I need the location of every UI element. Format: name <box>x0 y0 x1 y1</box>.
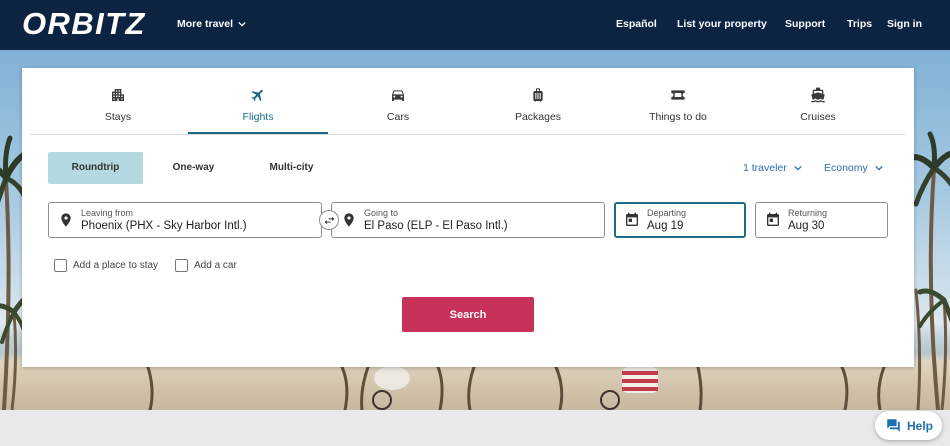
returning-label: Returning <box>788 208 828 218</box>
add-place-to-stay-checkbox[interactable] <box>54 259 67 272</box>
swap-locations-button[interactable] <box>319 210 339 230</box>
add-place-to-stay-option[interactable]: Add a place to stay <box>54 259 158 272</box>
tab-things-to-do[interactable]: Things to do <box>608 80 748 134</box>
calendar-icon <box>624 212 640 228</box>
more-travel-menu[interactable]: More travel <box>177 18 246 30</box>
travelers-value: 1 traveler <box>743 162 787 174</box>
travelers-dropdown[interactable]: 1 traveler <box>743 152 802 184</box>
add-car-option[interactable]: Add a car <box>175 259 237 272</box>
shirt-stripe <box>622 387 658 391</box>
cyclist-striped-shirt <box>600 367 658 410</box>
trip-type-roundtrip[interactable]: Roundtrip <box>48 152 143 184</box>
tab-stays[interactable]: Stays <box>48 80 188 134</box>
chevron-down-icon <box>875 165 883 171</box>
swap-arrows-icon <box>324 216 334 224</box>
palm-trunk <box>840 365 849 410</box>
cabin-class-dropdown[interactable]: Economy <box>824 152 883 184</box>
going-to-input[interactable] <box>364 219 600 233</box>
palm-trunks-beach <box>146 365 886 410</box>
tab-label: Flights <box>242 111 274 123</box>
search-button[interactable]: Search <box>402 297 534 332</box>
car-icon <box>390 87 406 103</box>
more-travel-label: More travel <box>177 18 234 30</box>
tab-label: Packages <box>514 111 562 123</box>
nav-support-link[interactable]: Support <box>785 18 825 30</box>
palm-trunk <box>146 365 154 410</box>
cabin-class-value: Economy <box>824 162 868 174</box>
departing-value: Aug 19 <box>647 220 684 232</box>
departing-date-field[interactable]: Departing Aug 19 <box>614 202 746 238</box>
building-icon <box>110 87 126 103</box>
luggage-icon <box>530 87 546 103</box>
chat-icon <box>887 419 900 432</box>
chevron-down-icon <box>238 21 246 27</box>
palm-trunk <box>554 365 564 410</box>
chevron-down-icon <box>794 165 802 171</box>
leaving-from-input[interactable] <box>81 219 317 233</box>
shirt-stripe <box>622 371 658 375</box>
palm-trunk <box>696 365 703 410</box>
search-card: Stays Flights Cars Packages Things to do <box>22 68 914 367</box>
going-to-field[interactable]: Going to <box>331 202 605 238</box>
page-footer-band <box>0 410 950 446</box>
orbitz-logo[interactable]: ORBITZ <box>22 8 146 39</box>
palm-trunk <box>914 288 922 410</box>
tab-flights[interactable]: Flights <box>188 80 328 134</box>
tab-cruises[interactable]: Cruises <box>748 80 888 134</box>
palm-trunk <box>877 365 886 410</box>
bicycle-wheel <box>600 390 620 410</box>
tab-label: Stays <box>104 111 132 123</box>
palm-trunk <box>940 298 948 410</box>
tab-label: Cruises <box>800 111 836 123</box>
palm-trunk <box>360 365 370 410</box>
palm-trunk <box>467 365 476 410</box>
shirt-stripe <box>622 379 658 383</box>
palm-trunk <box>10 310 18 410</box>
nav-trips-link[interactable]: Trips <box>847 18 872 30</box>
tab-packages[interactable]: Packages <box>468 80 608 134</box>
palm-trunk <box>436 365 444 410</box>
palm-trunk <box>2 178 11 410</box>
leaving-from-field[interactable]: Leaving from <box>48 202 322 238</box>
add-car-label: Add a car <box>194 260 237 271</box>
trip-type-one-way[interactable]: One-way <box>146 152 241 184</box>
returning-value: Aug 30 <box>788 220 825 232</box>
tab-divider <box>30 134 905 135</box>
going-to-label: Going to <box>364 208 399 218</box>
nav-espanol-link[interactable]: Español <box>616 18 657 30</box>
nav-sign-in-link[interactable]: Sign in <box>887 18 922 30</box>
help-label: Help <box>907 418 934 433</box>
add-place-to-stay-label: Add a place to stay <box>73 260 159 271</box>
top-nav-bar: ORBITZ More travel Español List your pro… <box>0 0 950 50</box>
tab-label: Cars <box>386 111 410 123</box>
returning-date-field[interactable]: Returning Aug 30 <box>755 202 888 238</box>
nav-list-property-link[interactable]: List your property <box>677 18 767 30</box>
add-car-checkbox[interactable] <box>175 259 188 272</box>
ticket-icon <box>670 87 686 103</box>
product-tabs: Stays Flights Cars Packages Things to do <box>48 80 888 134</box>
tab-cars[interactable]: Cars <box>328 80 468 134</box>
departing-label: Departing <box>647 208 687 218</box>
palm-frond <box>931 165 950 187</box>
cyclist-torso <box>374 366 410 390</box>
map-pin-icon <box>58 212 74 228</box>
map-pin-icon <box>341 212 357 228</box>
bicycle-wheel <box>372 390 392 410</box>
leaving-from-label: Leaving from <box>81 208 134 218</box>
tab-label: Things to do <box>649 111 707 123</box>
trip-type-multi-city[interactable]: Multi-city <box>244 152 339 184</box>
palm-trunk <box>340 365 349 410</box>
airplane-icon <box>250 87 266 103</box>
help-button[interactable]: Help <box>875 411 942 440</box>
cyclist-white-shirt <box>372 366 410 410</box>
calendar-icon <box>765 212 781 228</box>
ship-icon <box>810 87 826 103</box>
